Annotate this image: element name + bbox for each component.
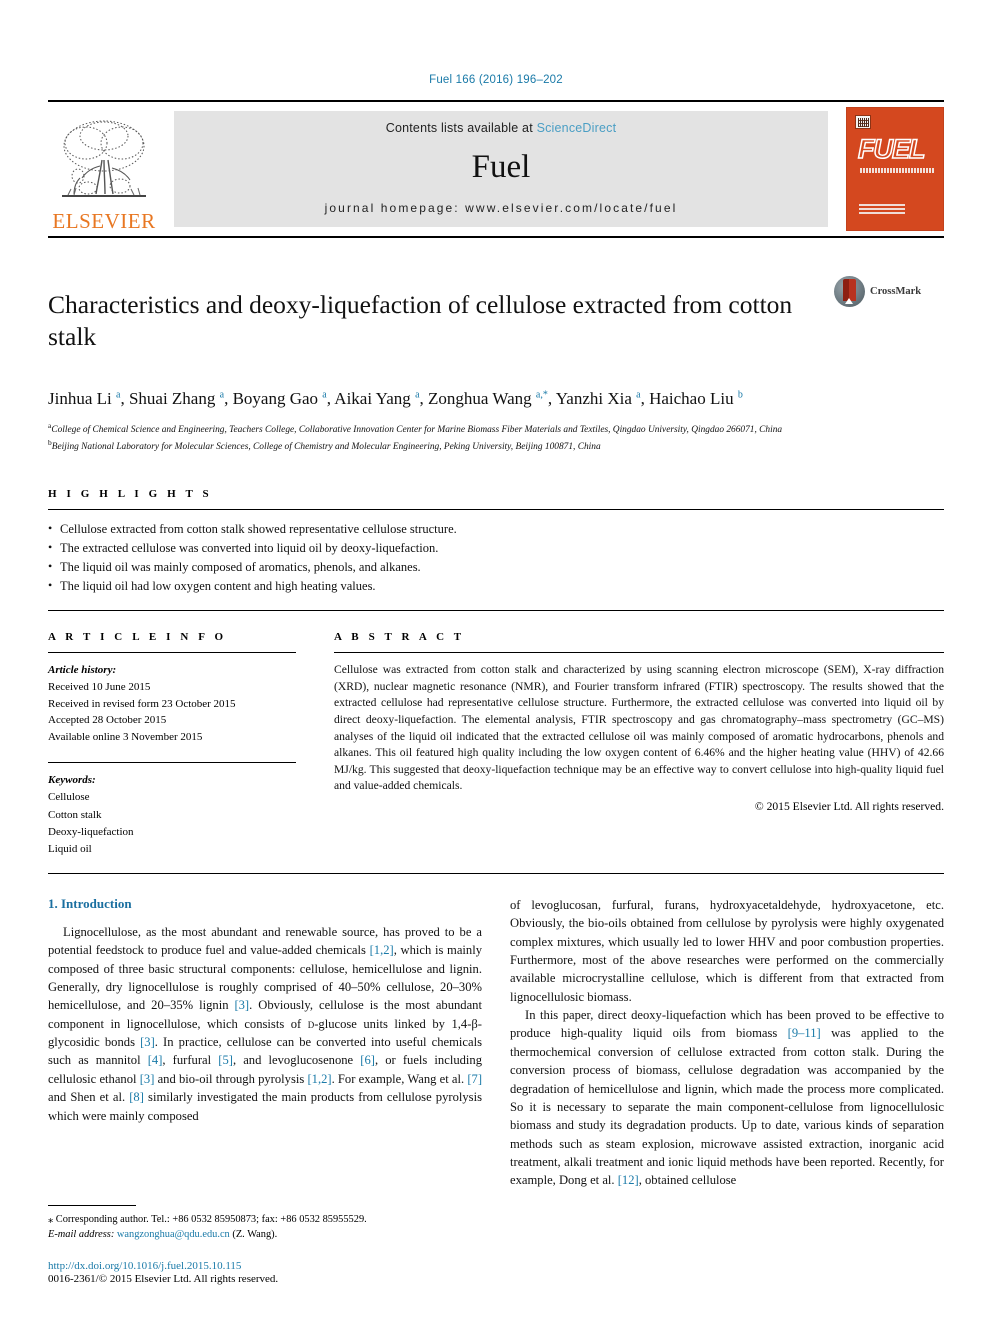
body-columns: 1. Introduction Lignocellulose, as the m… — [48, 896, 944, 1190]
highlights-list: Cellulose extracted from cotton stalk sh… — [48, 519, 944, 596]
elsevier-logo: ELSEVIER — [48, 102, 160, 236]
crossmark-icon — [834, 276, 865, 307]
journal-homepage[interactable]: journal homepage: www.elsevier.com/locat… — [325, 201, 678, 215]
page-title: Characteristics and deoxy-liquefaction o… — [48, 290, 793, 351]
section-heading-introduction: 1. Introduction — [48, 895, 132, 911]
highlights-divider — [48, 509, 944, 511]
running-head: Fuel 166 (2016) 196–202 — [429, 74, 563, 86]
affiliations: aCollege of Chemical Science and Enginee… — [48, 420, 944, 454]
journal-masthead: ELSEVIER Contents lists available at Sci… — [48, 100, 944, 238]
article-page: Fuel 166 (2016) 196–202 ELSEVIER Content… — [0, 0, 992, 1323]
corresponding-author-note: ⁎ Corresponding author. Tel.: +86 0532 8… — [48, 1213, 367, 1225]
cover-badge-icon — [855, 115, 871, 129]
author-list: Jinhua Li a, Shuai Zhang a, Boyang Gao a… — [48, 388, 743, 408]
footnote-divider — [48, 1204, 136, 1206]
list-item: Cellulose extracted from cotton stalk sh… — [48, 519, 944, 539]
column-right: of levoglucosan, furfural, furans, hydro… — [510, 896, 944, 1190]
doi-link[interactable]: http://dx.doi.org/10.1016/j.fuel.2015.10… — [48, 1260, 482, 1272]
article-history-heading: Article history: — [48, 664, 117, 677]
abstract-label: A B S T R A C T — [334, 631, 465, 644]
elsevier-tree-icon — [62, 120, 146, 197]
article-info-divider — [48, 652, 296, 654]
crossmark-label: CrossMark — [870, 286, 922, 297]
cover-subtitle-lines — [860, 168, 934, 173]
highlights-section: H I G H L I G H T S Cellulose extracted … — [48, 488, 944, 612]
sciencedirect-link[interactable]: ScienceDirect — [537, 121, 617, 135]
history-item: Received in revised form 23 October 2015 — [48, 697, 236, 710]
affiliation-text-b: Beijing National Laboratory for Molecula… — [51, 442, 601, 453]
footnote-block: ⁎ Corresponding author. Tel.: +86 0532 8… — [48, 1204, 482, 1285]
journal-cover-wrap: FUEL — [836, 102, 944, 236]
affiliation-text-a: College of Chemical Science and Engineer… — [51, 424, 783, 435]
affiliation-b: bBeijing National Laboratory for Molecul… — [48, 437, 944, 454]
keywords-divider — [48, 761, 296, 763]
cover-footer-lines — [859, 203, 905, 214]
email-note: E-mail address: wangzonghua@qdu.edu.cn (… — [48, 1227, 482, 1243]
intro-paragraph-2: In this paper, direct deoxy-liquefaction… — [510, 1008, 945, 1188]
list-item: The extracted cellulose was converted in… — [48, 538, 944, 558]
list-item: The liquid oil was mainly composed of ar… — [48, 557, 944, 577]
keywords-block: Keywords: Cellulose Cotton stalk Deoxy-l… — [48, 772, 296, 859]
keyword-item: Deoxy-liquefaction — [48, 826, 134, 839]
journal-cover-image: FUEL — [846, 107, 944, 231]
sciencedirect-band: Contents lists available at ScienceDirec… — [174, 111, 828, 227]
info-abstract-row: A R T I C L E I N F O Article history: R… — [48, 631, 944, 858]
email-link[interactable]: wangzonghua@qdu.edu.cn — [117, 1229, 230, 1240]
contents-prefix: Contents lists available at — [385, 121, 533, 135]
copyright-line: © 2015 Elsevier Ltd. All rights reserved… — [754, 799, 944, 813]
article-info-label: A R T I C L E I N F O — [48, 631, 227, 644]
highlights-bottom-divider — [48, 610, 944, 612]
abstract-divider — [334, 652, 944, 654]
crossmark-arrow-icon — [845, 298, 853, 304]
abstract-text: Cellulose was extracted from cotton stal… — [334, 663, 944, 793]
keyword-item: Cellulose — [48, 791, 90, 804]
column-left: 1. Introduction Lignocellulose, as the m… — [48, 896, 482, 1190]
cover-wordmark: FUEL — [857, 133, 926, 165]
intro-paragraph-1-cont: of levoglucosan, furfural, furans, hydro… — [510, 897, 944, 1004]
abstract-section: A B S T R A C T Cellulose was extracted … — [334, 631, 944, 858]
crossmark-badge[interactable]: CrossMark — [834, 272, 944, 307]
title-row: Characteristics and deoxy-liquefaction o… — [48, 272, 944, 370]
history-item: Available online 3 November 2015 — [48, 731, 203, 744]
email-label: E-mail address: — [48, 1229, 115, 1241]
affiliation-a: aCollege of Chemical Science and Enginee… — [48, 420, 944, 437]
keyword-item: Cotton stalk — [48, 808, 102, 821]
list-item: The liquid oil had low oxygen content an… — [48, 576, 944, 596]
keywords-heading: Keywords: — [48, 773, 96, 786]
history-item: Received 10 June 2015 — [48, 681, 151, 694]
intro-paragraph-1: Lignocellulose, as the most abundant and… — [48, 924, 483, 1123]
article-info-section: A R T I C L E I N F O Article history: R… — [48, 631, 296, 858]
doi-block: http://dx.doi.org/10.1016/j.fuel.2015.10… — [48, 1260, 482, 1285]
keyword-item: Liquid oil — [48, 843, 92, 856]
contents-line: Contents lists available at ScienceDirec… — [386, 121, 617, 135]
info-bottom-divider — [48, 872, 944, 874]
highlights-label: H I G H L I G H T S — [48, 488, 213, 501]
journal-title: Fuel — [471, 148, 531, 185]
issn-copyright: 0016-2361/© 2015 Elsevier Ltd. All right… — [48, 1273, 279, 1285]
email-owner: (Z. Wang). — [232, 1229, 278, 1241]
elsevier-wordmark: ELSEVIER — [52, 209, 156, 233]
history-item: Accepted 28 October 2015 — [48, 714, 167, 727]
article-history: Article history: Received 10 June 2015 R… — [48, 662, 296, 746]
